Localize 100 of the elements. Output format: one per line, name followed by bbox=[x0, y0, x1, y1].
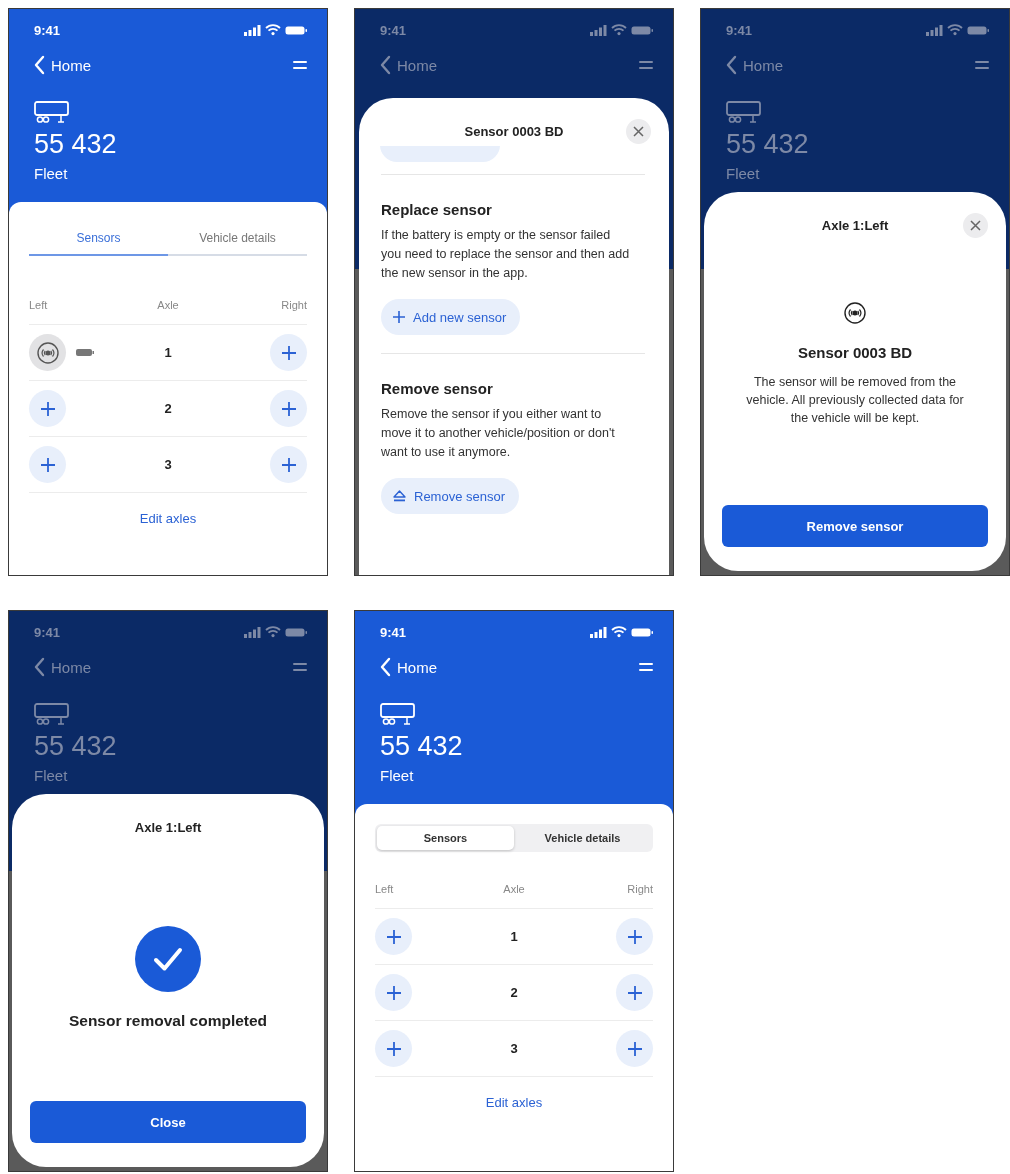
fleet-label: Fleet bbox=[34, 164, 69, 184]
menu-icon bbox=[639, 663, 653, 671]
section-text: Remove the sensor if you either want to move it to another vehicle/position or don't want to use it anymore. bbox=[381, 406, 616, 461]
edit-axles-link[interactable]: Edit axles bbox=[485, 1095, 543, 1110]
signal-icon bbox=[244, 626, 261, 638]
back-button[interactable]: Home bbox=[34, 55, 91, 75]
axle-number: 1 bbox=[164, 345, 172, 360]
status-time: 9:41 bbox=[34, 624, 61, 640]
trailer-icon bbox=[34, 101, 69, 124]
add-sensor-button[interactable] bbox=[375, 918, 412, 955]
wifi-icon bbox=[265, 626, 281, 638]
sheet-title: Axle 1:Left bbox=[134, 819, 202, 835]
plus-icon bbox=[281, 401, 296, 416]
battery-icon bbox=[285, 626, 307, 638]
completion-message: Sensor removal completed bbox=[68, 1012, 268, 1030]
menu-icon bbox=[293, 61, 307, 69]
back-button[interactable]: Home bbox=[34, 657, 91, 677]
add-sensor-button[interactable] bbox=[270, 446, 307, 483]
close-button[interactable] bbox=[963, 213, 988, 238]
column-header: Axle bbox=[157, 299, 179, 311]
battery-level-icon bbox=[76, 349, 94, 356]
sensor-name: Sensor 0003 BD bbox=[797, 344, 913, 361]
wifi-icon bbox=[611, 24, 627, 36]
add-sensor-button[interactable] bbox=[616, 918, 653, 955]
back-button[interactable]: Home bbox=[380, 657, 437, 677]
check-icon bbox=[135, 926, 201, 992]
fleet-label: Fleet bbox=[380, 766, 415, 786]
back-button[interactable]: Home bbox=[380, 55, 437, 75]
status-time: 9:41 bbox=[34, 22, 61, 38]
tab[interactable]: Vehicle details bbox=[168, 222, 307, 256]
trailer-icon bbox=[726, 101, 761, 124]
battery-icon bbox=[631, 626, 653, 638]
plus-icon bbox=[281, 345, 296, 360]
signal-icon bbox=[590, 24, 607, 36]
add-sensor-button[interactable] bbox=[375, 974, 412, 1011]
plus-icon bbox=[386, 1041, 401, 1056]
remove-sensor-button[interactable]: Remove sensor bbox=[722, 505, 988, 547]
add-sensor-button[interactable] bbox=[270, 390, 307, 427]
status-time: 9:41 bbox=[380, 624, 407, 640]
edit-axles-link[interactable]: Edit axles bbox=[139, 511, 197, 526]
plus-icon bbox=[386, 929, 401, 944]
menu-icon bbox=[639, 61, 653, 69]
battery-icon bbox=[285, 24, 307, 36]
column-header: Left bbox=[29, 299, 49, 311]
plus-icon bbox=[386, 985, 401, 1000]
add-sensor-button[interactable] bbox=[616, 1030, 653, 1067]
close-button[interactable] bbox=[626, 119, 651, 144]
plus-icon bbox=[627, 1041, 642, 1056]
tab[interactable]: Vehicle details bbox=[514, 826, 651, 850]
vehicle-number: 55 432 bbox=[380, 730, 464, 762]
chevron-icon bbox=[34, 657, 45, 677]
add-sensor-button[interactable] bbox=[375, 1030, 412, 1067]
wifi-icon bbox=[265, 24, 281, 36]
add-sensor-button[interactable] bbox=[616, 974, 653, 1011]
axle-number: 1 bbox=[510, 929, 518, 944]
action-button[interactable]: Remove sensor bbox=[381, 478, 520, 514]
add-sensor-button[interactable] bbox=[270, 334, 307, 371]
close-icon bbox=[970, 220, 981, 231]
fleet-label: Fleet bbox=[726, 164, 761, 184]
action-button[interactable]: Add new sensor bbox=[381, 299, 521, 335]
axle-number: 2 bbox=[510, 985, 518, 1000]
column-header: Axle bbox=[503, 883, 525, 895]
vehicle-number: 55 432 bbox=[726, 128, 810, 160]
tab[interactable]: Sensors bbox=[29, 222, 168, 256]
section-text: If the battery is empty or the sensor failed you need to replace the sensor and then add the new sensor in the app. bbox=[381, 227, 631, 282]
sensor-button[interactable] bbox=[29, 334, 66, 371]
section-heading: Remove sensor bbox=[381, 380, 493, 397]
add-sensor-button[interactable] bbox=[29, 390, 66, 427]
signal-icon bbox=[926, 24, 943, 36]
status-time: 9:41 bbox=[380, 22, 407, 38]
axle-number: 3 bbox=[164, 457, 172, 472]
close-button[interactable]: Close bbox=[30, 1101, 306, 1143]
back-button[interactable]: Home bbox=[726, 55, 783, 75]
trailer-icon bbox=[380, 703, 415, 726]
fleet-label: Fleet bbox=[34, 766, 69, 786]
plus-icon bbox=[40, 457, 55, 472]
plus-icon bbox=[40, 401, 55, 416]
wifi-icon bbox=[947, 24, 963, 36]
axle-number: 2 bbox=[164, 401, 172, 416]
wifi-icon bbox=[611, 626, 627, 638]
vehicle-number: 55 432 bbox=[34, 128, 118, 160]
add-sensor-button[interactable] bbox=[29, 446, 66, 483]
chevron-icon bbox=[34, 55, 45, 75]
column-header: Left bbox=[375, 883, 395, 895]
sheet-title: Axle 1:Left bbox=[821, 217, 889, 233]
chevron-icon bbox=[380, 657, 391, 677]
battery-icon bbox=[967, 24, 989, 36]
plus-icon bbox=[393, 311, 405, 323]
signal-icon bbox=[244, 24, 261, 36]
menu-icon bbox=[975, 61, 989, 69]
axle-number: 3 bbox=[510, 1041, 518, 1056]
eject-icon bbox=[393, 490, 406, 502]
battery-icon bbox=[631, 24, 653, 36]
plus-icon bbox=[627, 985, 642, 1000]
column-header: Right bbox=[626, 883, 653, 895]
menu-icon bbox=[293, 663, 307, 671]
section-heading: Replace sensor bbox=[381, 201, 492, 218]
tab[interactable]: Sensors bbox=[377, 826, 514, 850]
chevron-icon bbox=[726, 55, 737, 75]
plus-icon bbox=[281, 457, 296, 472]
